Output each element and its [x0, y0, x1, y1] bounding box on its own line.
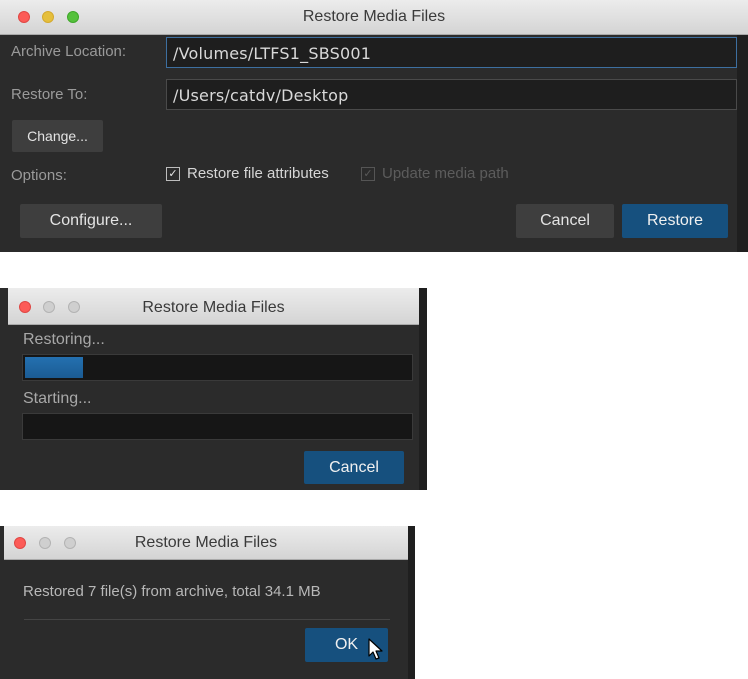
window-title: Restore Media Files	[134, 534, 278, 551]
configure-button[interactable]: Configure...	[20, 204, 162, 238]
title-bar[interactable]: Restore Media Files	[4, 526, 408, 560]
ok-button-label: OK	[334, 636, 359, 653]
background-app-strip	[419, 288, 427, 490]
restoring-progress-bar	[22, 354, 413, 381]
restoring-label: Restoring...	[23, 331, 105, 348]
restore-button[interactable]: Restore	[622, 204, 728, 238]
title-bar[interactable]: Restore Media Files	[8, 288, 419, 325]
restore-to-label: Restore To:	[11, 86, 88, 103]
archive-location-field[interactable]: /Volumes/LTFS1_SBS001	[166, 37, 737, 68]
restore-file-attributes-label[interactable]: Restore file attributes	[187, 165, 329, 182]
starting-label: Starting...	[23, 390, 92, 407]
background-app-strip	[408, 526, 415, 679]
cancel-button[interactable]: Cancel	[304, 451, 404, 484]
restore-file-attributes-checkbox[interactable]: ✓	[166, 167, 180, 181]
starting-progress-bar	[22, 413, 413, 440]
divider	[24, 619, 390, 620]
archive-location-label: Archive Location:	[11, 43, 127, 60]
window-title: Restore Media Files	[142, 299, 285, 316]
window-title: Restore Media Files	[302, 8, 446, 25]
update-media-path-label: Update media path	[382, 165, 509, 182]
background-app-strip	[737, 0, 748, 252]
change-button[interactable]: Change...	[12, 120, 103, 152]
update-media-path-checkbox: ✓	[361, 167, 375, 181]
title-bar[interactable]: Restore Media Files	[0, 0, 748, 35]
restore-progress-dialog: Restore Media Files Restoring... Startin…	[0, 288, 427, 490]
options-label: Options:	[11, 167, 67, 184]
mouse-cursor-icon	[368, 638, 383, 660]
restoring-progress-fill	[25, 357, 83, 378]
restore-complete-dialog: Restore Media Files Restored 7 file(s) f…	[0, 526, 415, 679]
cancel-button[interactable]: Cancel	[516, 204, 614, 238]
restore-to-field[interactable]: /Users/catdv/Desktop	[166, 79, 737, 110]
restore-media-files-dialog: Restore Media Files Archive Location: /V…	[0, 0, 748, 252]
restore-result-message: Restored 7 file(s) from archive, total 3…	[23, 583, 321, 600]
